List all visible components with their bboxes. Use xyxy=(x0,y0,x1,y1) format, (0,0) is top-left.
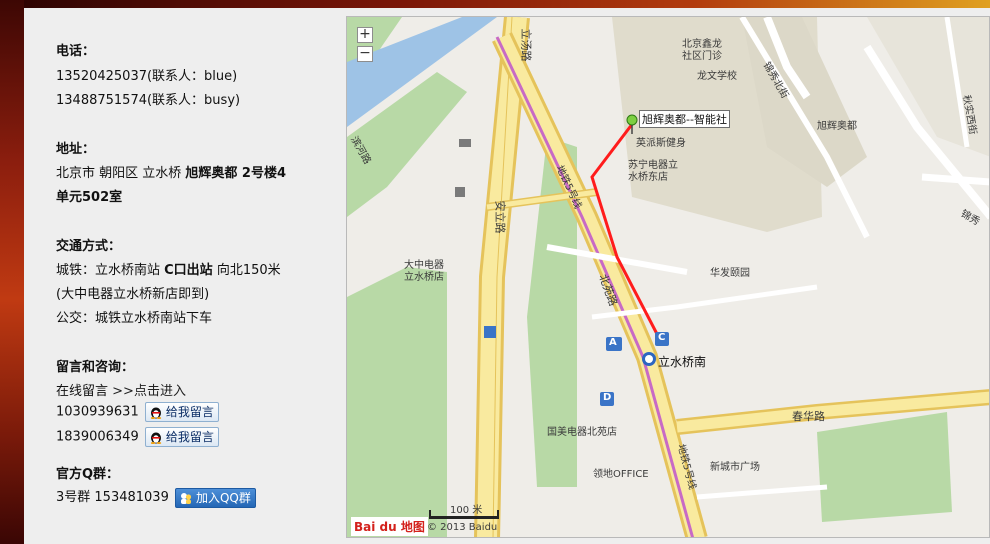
address-plain: 北京市 朝阳区 立水桥 xyxy=(56,166,186,181)
group-text: 3号群 153481039 xyxy=(56,490,169,505)
address-line-2: 单元502室 xyxy=(56,190,123,205)
exit-c-badge: C xyxy=(658,332,666,343)
phone-heading: 电话： xyxy=(56,44,96,59)
online-message-link[interactable]: >>点击进入 xyxy=(112,384,186,399)
exit-d-badge: D xyxy=(603,392,612,403)
phone-1: 13520425037(联系人：blue) xyxy=(56,69,238,84)
huafa-label: 华发颐园 xyxy=(710,268,750,279)
baidu-logo: Bai du 地图 xyxy=(351,517,428,536)
qq-message-label-2: 给我留言 xyxy=(165,430,214,444)
transport-note: (大中电器立水桥新店即到) xyxy=(56,287,210,302)
group-row: 3号群 153481039 加入QQ群 xyxy=(56,486,256,508)
group-heading: 官方Q群： xyxy=(56,467,120,482)
guomei-label: 国美电器北苑店 xyxy=(547,427,617,438)
litang-road-label: 立汤路 xyxy=(519,28,533,62)
dazhong-label-2: 立水桥店 xyxy=(404,272,444,283)
qq-message-button-2[interactable]: 给我留言 xyxy=(144,427,219,447)
xincheng-label: 新城市广场 xyxy=(710,462,760,473)
join-qq-group-button[interactable]: 加入QQ群 xyxy=(174,487,256,508)
lingdi-label: 领地OFFICE xyxy=(593,469,649,480)
address-heading: 地址： xyxy=(56,142,96,157)
qq-row-1: 1030939631 给我留言 xyxy=(56,402,219,422)
transport-subway-a: 城铁：立水桥南站 xyxy=(56,263,165,278)
page-top-banner xyxy=(0,0,990,8)
qq-row-2: 1839006349 给我留言 xyxy=(56,427,219,447)
yingpai-label: 英派斯健身 xyxy=(636,138,686,149)
zoom-in-button[interactable]: + xyxy=(357,27,373,43)
xuhui-right-label: 旭辉奥都 xyxy=(817,121,857,132)
online-message-label: 在线留言 xyxy=(56,384,109,399)
map-copyright: © 2013 Baidu xyxy=(427,522,498,533)
station-label[interactable]: 立水桥南 xyxy=(658,353,706,370)
message-heading: 留言和咨询： xyxy=(56,360,135,375)
transport-exit: C口出站 xyxy=(164,263,213,278)
marker-label[interactable]: 旭辉奥都--智能社 xyxy=(639,110,730,128)
qq-number-2: 1839006349 xyxy=(56,429,139,445)
exit-a-badge: A xyxy=(609,337,617,348)
map-scale-label: 100 米 xyxy=(450,505,483,516)
join-qq-group-label: 加入QQ群 xyxy=(195,490,251,505)
qq-penguin-icon xyxy=(150,432,162,444)
qq-group-icon xyxy=(180,492,192,504)
anli-road-label: 安立路 xyxy=(493,200,507,234)
address-line-1: 北京市 朝阳区 立水桥 旭辉奥都 2号楼4 xyxy=(56,162,286,181)
phone-2: 13488751574(联系人：busy) xyxy=(56,93,241,108)
qq-number-1: 1030939631 xyxy=(56,404,139,420)
suning-label-2: 水桥东店 xyxy=(628,172,668,183)
transport-subway-c: 向北150米 xyxy=(212,263,281,278)
page-left-decoration xyxy=(0,0,24,544)
longwen-label: 龙文学校 xyxy=(697,71,737,82)
qq-message-button-1[interactable]: 给我留言 xyxy=(144,402,219,422)
transport-subway: 城铁：立水桥南站 C口出站 向北150米 xyxy=(56,259,281,278)
qq-penguin-icon xyxy=(150,407,162,419)
chunhua-road-label: 春华路 xyxy=(792,410,825,423)
transport-heading: 交通方式： xyxy=(56,239,122,254)
qq-message-label-1: 给我留言 xyxy=(165,405,214,419)
address-building: 旭辉奥都 2号楼4 xyxy=(185,166,287,181)
xinlong-label-2: 社区门诊 xyxy=(682,51,722,62)
transport-bus: 公交：城铁立水桥南站下车 xyxy=(56,311,213,326)
zoom-out-button[interactable]: − xyxy=(357,46,373,62)
online-message: 在线留言 >>点击进入 xyxy=(56,380,186,399)
baidu-map[interactable]: + − 旭辉奥都--智能社 立汤路 安立路 北苑路 春华路 地铁5号线 地铁5号… xyxy=(346,16,990,538)
